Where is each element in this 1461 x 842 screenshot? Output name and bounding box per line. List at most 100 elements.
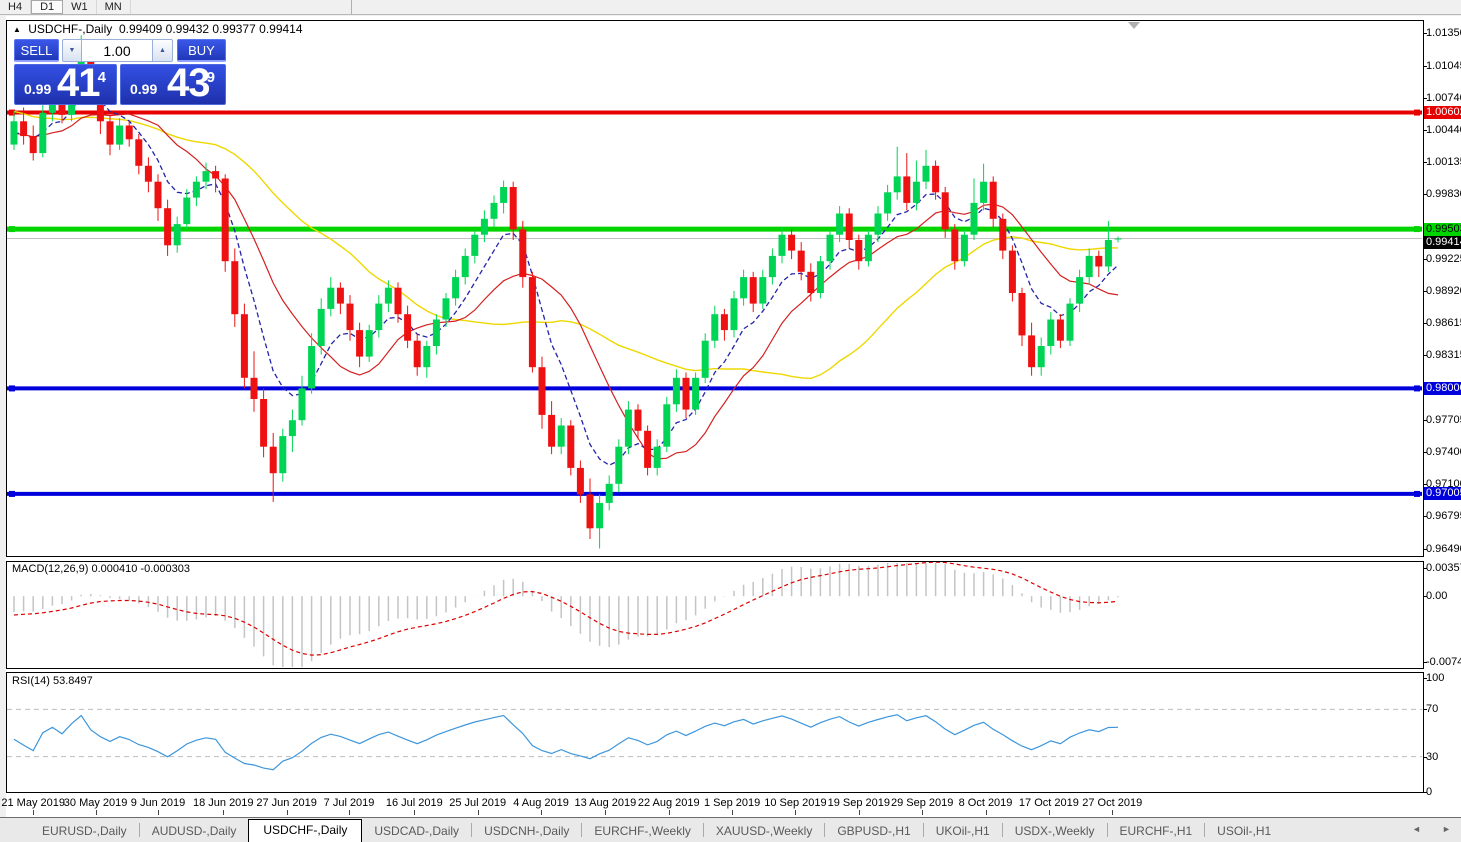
- ohlc-high: 0.99432: [166, 22, 209, 36]
- date-axis-label: 22 Aug 2019: [638, 797, 700, 809]
- buy-price-pip: 9: [207, 69, 215, 86]
- date-axis-label: 16 Jul 2019: [386, 797, 443, 809]
- tab-scroll-left-icon[interactable]: ◄: [1412, 824, 1421, 834]
- date-axis-tick: [287, 810, 288, 815]
- price-axis-tick: 0.99225: [1426, 253, 1461, 265]
- price-axis-tick: 0.98315: [1426, 349, 1461, 361]
- price-axis-tick: 1.00135: [1426, 156, 1461, 168]
- tab-scroll-right-icon[interactable]: ►: [1442, 824, 1451, 834]
- price-axis-tick: 0.97400: [1426, 446, 1461, 458]
- macd-label: MACD(12,26,9) 0.000410 -0.000303: [12, 563, 190, 575]
- date-axis-label: 8 Oct 2019: [959, 797, 1013, 809]
- date-axis-label: 29 Sep 2019: [891, 797, 953, 809]
- ohlc-low: 0.99377: [212, 22, 255, 36]
- price-axis-tick: 0.98920: [1426, 285, 1461, 297]
- tab-usoil-h1[interactable]: USOil-,H1: [1205, 821, 1283, 842]
- date-axis-label: 13 Aug 2019: [574, 797, 636, 809]
- price-axis-tick: 1.01045: [1426, 60, 1461, 72]
- tab-usdcad-daily[interactable]: USDCAD-,Daily: [362, 821, 471, 842]
- tab-gbpusd-h1[interactable]: GBPUSD-,H1: [825, 821, 922, 842]
- date-axis-label: 4 Aug 2019: [513, 797, 569, 809]
- chevron-up-icon: ▲: [159, 47, 166, 54]
- date-axis-label: 7 Jul 2019: [324, 797, 375, 809]
- price-badge: 0.97005: [1424, 487, 1461, 500]
- rsi-axis-tick: 100: [1426, 672, 1444, 684]
- date-axis-tick: [986, 810, 987, 815]
- date-axis-tick: [414, 810, 415, 815]
- chevron-down-icon: ▼: [69, 47, 76, 54]
- price-axis[interactable]: 1.013501.010451.007401.004401.001350.998…: [1424, 16, 1461, 817]
- date-axis-label: 9 Jun 2019: [131, 797, 185, 809]
- timeframe-button-h4[interactable]: H4: [0, 0, 31, 14]
- date-axis-label: 17 Oct 2019: [1019, 797, 1079, 809]
- toolbar-divider: [351, 0, 352, 14]
- rsi-axis-tick: 70: [1426, 703, 1438, 715]
- date-axis-tick: [669, 810, 670, 815]
- ohlc-close: 0.99414: [259, 22, 302, 36]
- price-axis-tick: 0.97705: [1426, 414, 1461, 426]
- chart-title-symbol: USDCHF-,Daily: [28, 22, 112, 36]
- price-badge: 1.00602: [1424, 106, 1461, 119]
- sell-price-prefix: 0.99: [24, 81, 51, 97]
- date-axis-label: 10 Sep 2019: [764, 797, 826, 809]
- macd-axis-tick: -0.00749: [1426, 656, 1461, 668]
- buy-button[interactable]: BUY: [177, 39, 226, 62]
- price-axis-tick: 1.00740: [1426, 92, 1461, 104]
- ohlc-open: 0.99409: [119, 22, 162, 36]
- chart-active-icon: ▲: [13, 25, 21, 34]
- date-axis-tick: [859, 810, 860, 815]
- price-axis-tick: 0.96490: [1426, 543, 1461, 555]
- chart-title: ▲ USDCHF-,Daily 0.99409 0.99432 0.99377 …: [13, 22, 303, 36]
- timeframe-button-d1[interactable]: D1: [31, 0, 63, 14]
- tab-eurusd-daily[interactable]: EURUSD-,Daily: [30, 821, 139, 842]
- sell-price-pip: 4: [98, 69, 106, 86]
- date-axis[interactable]: 21 May 201930 May 20199 Jun 201918 Jun 2…: [6, 793, 1424, 817]
- price-badge: 0.99414: [1424, 236, 1461, 249]
- tab-eurchf-h1[interactable]: EURCHF-,H1: [1108, 821, 1205, 842]
- timeframe-toolbar: H4D1W1MN: [0, 0, 1461, 15]
- timeframe-button-mn[interactable]: MN: [97, 0, 131, 14]
- tab-xauusd-weekly[interactable]: XAUUSD-,Weekly: [704, 821, 824, 842]
- date-axis-tick: [33, 810, 34, 815]
- date-axis-tick: [795, 810, 796, 815]
- date-axis-tick: [605, 810, 606, 815]
- date-axis-label: 21 May 2019: [1, 797, 65, 809]
- trading-terminal: H4D1W1MN 21 May 201930 May 20199 Jun 201…: [0, 0, 1461, 842]
- tab-audusd-daily[interactable]: AUDUSD-,Daily: [140, 821, 249, 842]
- macd-panel[interactable]: [6, 561, 1424, 669]
- date-axis-tick: [478, 810, 479, 815]
- tab-usdx-weekly[interactable]: USDX-,Weekly: [1003, 821, 1107, 842]
- date-axis-label: 1 Sep 2019: [704, 797, 760, 809]
- date-axis-tick: [158, 810, 159, 815]
- tab-ukoil-h1[interactable]: UKOil-,H1: [924, 821, 1002, 842]
- volume-decrease-button[interactable]: ▼: [62, 39, 82, 62]
- price-axis-tick: 1.00440: [1426, 124, 1461, 136]
- date-axis-label: 27 Jun 2019: [256, 797, 317, 809]
- price-badge: 0.99503: [1424, 223, 1461, 236]
- sell-price-tile[interactable]: 0.99 41 4: [14, 64, 117, 105]
- date-axis-label: 19 Sep 2019: [828, 797, 890, 809]
- price-axis-tick: 0.98615: [1426, 317, 1461, 329]
- sell-button[interactable]: SELL: [14, 39, 59, 62]
- tab-usdcnh-daily[interactable]: USDCNH-,Daily: [472, 821, 581, 842]
- date-axis-label: 27 Oct 2019: [1082, 797, 1142, 809]
- price-axis-tick: 0.99830: [1426, 188, 1461, 200]
- rsi-axis-tick: 0: [1426, 786, 1432, 798]
- macd-axis-tick: 0.00: [1426, 590, 1447, 602]
- volume-input[interactable]: [82, 39, 152, 62]
- volume-increase-button[interactable]: ▲: [152, 39, 173, 62]
- rsi-label: RSI(14) 53.8497: [12, 675, 93, 687]
- buy-price-prefix: 0.99: [130, 81, 157, 97]
- date-axis-tick: [1049, 810, 1050, 815]
- date-axis-label: 18 Jun 2019: [193, 797, 254, 809]
- tab-usdchf-daily[interactable]: USDCHF-,Daily: [248, 819, 362, 842]
- buy-price-tile[interactable]: 0.99 43 9: [120, 64, 226, 105]
- price-badge: 0.98000: [1424, 382, 1461, 395]
- date-axis-label: 30 May 2019: [64, 797, 128, 809]
- symbol-tab-bar: EURUSD-,DailyAUDUSD-,DailyUSDCHF-,DailyU…: [0, 817, 1461, 842]
- date-axis-tick: [732, 810, 733, 815]
- tab-eurchf-weekly[interactable]: EURCHF-,Weekly: [582, 821, 702, 842]
- date-axis-tick: [96, 810, 97, 815]
- rsi-panel[interactable]: [6, 672, 1424, 793]
- timeframe-button-w1[interactable]: W1: [63, 0, 97, 14]
